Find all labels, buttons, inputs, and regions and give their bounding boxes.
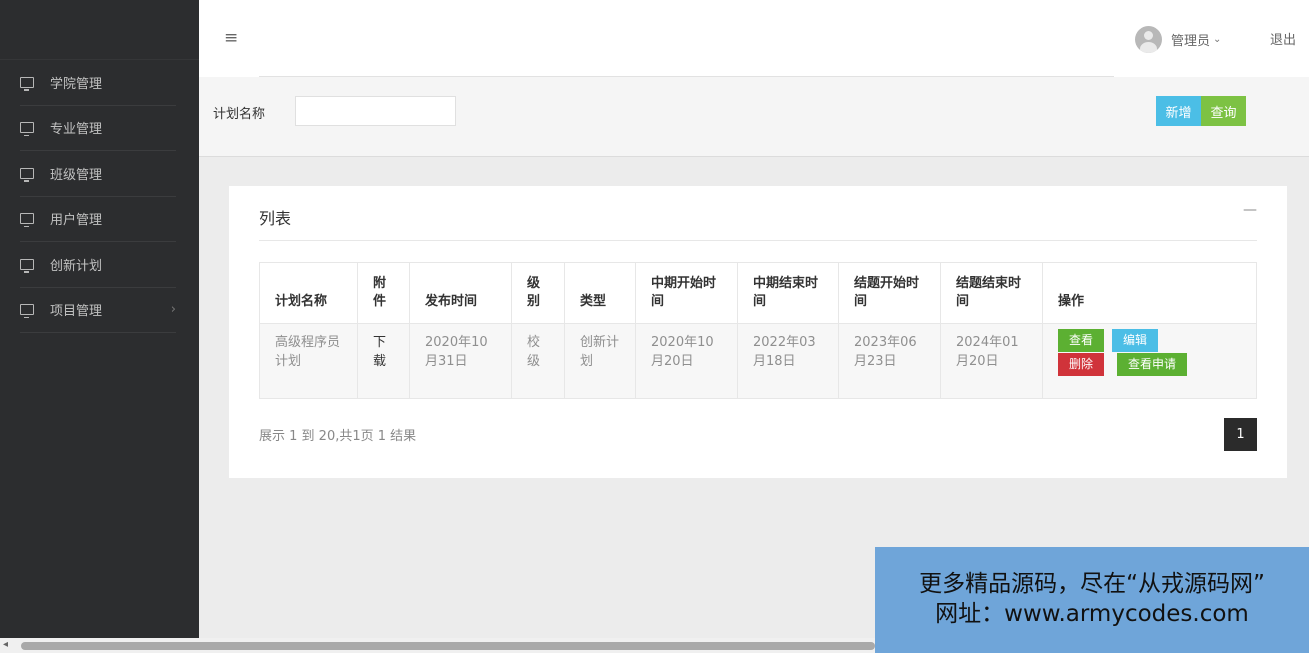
level-cell: 校级 [511,323,565,399]
divider [259,240,1257,241]
sidebar-item-innovation-plan[interactable]: 创新计划 [20,242,176,288]
watermark-url: 网址：www.armycodes.com [935,601,1249,627]
column-header: 类型 [564,262,636,324]
logout-link[interactable]: 退出 [1270,29,1296,48]
search-button[interactable]: 查询 [1201,96,1246,126]
column-header: 中期开始时间 [635,262,738,324]
top-bar: ≡ 管理员 ⌄ 退出 [199,0,1309,77]
column-header: 发布时间 [409,262,512,324]
view-application-button[interactable]: 查看申请 [1117,352,1187,376]
sidebar: 学院管理 专业管理 班级管理 用户管理 创新计划 项目管理 › [0,0,199,638]
monitor-icon [20,76,34,91]
mid-start-cell: 2020年10月20日 [635,323,738,399]
table-row: 高级程序员计划 下载 2020年10月31日 校级 创新计划 2020年10月2… [259,323,1257,399]
scrollbar-thumb[interactable] [21,642,875,650]
horizontal-scrollbar[interactable]: ◂ [0,638,875,653]
edit-button[interactable]: 编辑 [1112,328,1158,352]
brand-area [0,0,199,60]
list-panel: 列表 — 计划名称 附件 发布时间 级别 类型 中期开始时间 中期结束时间 结题… [229,186,1287,478]
view-button[interactable]: 查看 [1058,328,1104,352]
user-name: 管理员 [1171,34,1211,49]
final-start-cell: 2023年06月23日 [838,323,941,399]
plan-name-cell: 高级程序员计划 [259,323,358,399]
sidebar-item-label: 用户管理 [50,213,103,229]
monitor-icon [20,213,34,228]
sidebar-item-label: 项目管理 [50,304,103,320]
sidebar-item-label: 学院管理 [50,76,103,92]
sidebar-item-major[interactable]: 专业管理 [20,106,176,151]
sidebar-item-label: 班级管理 [50,167,103,183]
collapse-icon[interactable]: — [1243,202,1257,218]
sidebar-item-users[interactable]: 用户管理 [20,197,176,242]
chevron-down-icon: ⌄ [1213,34,1222,45]
watermark-line: 更多精品源码，尽在“从戎源码网” [919,571,1265,597]
monitor-icon [20,258,34,273]
monitor-icon [20,304,34,319]
monitor-icon [20,167,34,182]
avatar [1135,26,1162,53]
final-end-cell: 2024年01月20日 [940,323,1043,399]
action-buttons: 查看 编辑 删除 查看申请 [1058,328,1218,376]
add-button[interactable]: 新增 [1156,96,1201,126]
column-header: 结题结束时间 [940,262,1043,324]
user-menu[interactable]: 管理员 ⌄ [1135,26,1221,53]
monitor-icon [20,122,34,137]
column-header: 结题开始时间 [838,262,941,324]
sidebar-item-label: 专业管理 [50,122,103,138]
page-button[interactable]: 1 [1224,418,1257,451]
chevron-right-icon: › [170,302,176,318]
sidebar-item-projects[interactable]: 项目管理 › [20,288,176,333]
panel-title: 列表 [259,209,292,228]
table-header-row: 计划名称 附件 发布时间 级别 类型 中期开始时间 中期结束时间 结题开始时间 … [259,262,1257,324]
publish-time-cell: 2020年10月31日 [409,323,512,399]
sidebar-item-class[interactable]: 班级管理 [20,151,176,197]
column-header: 计划名称 [259,262,358,324]
sidebar-item-college[interactable]: 学院管理 [20,60,176,106]
column-header: 中期结束时间 [737,262,839,324]
column-header: 级别 [511,262,565,324]
scroll-left-icon[interactable]: ◂ [3,639,8,650]
actions-cell: 查看 编辑 删除 查看申请 [1042,323,1257,399]
column-header: 操作 [1042,262,1257,324]
pagination-summary: 展示 1 到 20,共1页 1 结果 [259,429,417,444]
column-header: 附件 [357,262,410,324]
plan-name-input[interactable] [295,96,456,126]
delete-button[interactable]: 删除 [1058,352,1104,376]
plan-table: 计划名称 附件 发布时间 级别 类型 中期开始时间 中期结束时间 结题开始时间 … [259,262,1257,399]
search-bar: 计划名称 新增 查询 [199,77,1309,157]
sidebar-item-label: 创新计划 [50,258,103,274]
mid-end-cell: 2022年03月18日 [737,323,839,399]
type-cell: 创新计划 [564,323,636,399]
menu-toggle-icon[interactable]: ≡ [224,30,238,47]
download-link[interactable]: 下载 [357,323,410,399]
plan-name-label: 计划名称 [213,107,266,122]
watermark-banner: 更多精品源码，尽在“从戎源码网” 网址：www.armycodes.com [875,547,1309,653]
